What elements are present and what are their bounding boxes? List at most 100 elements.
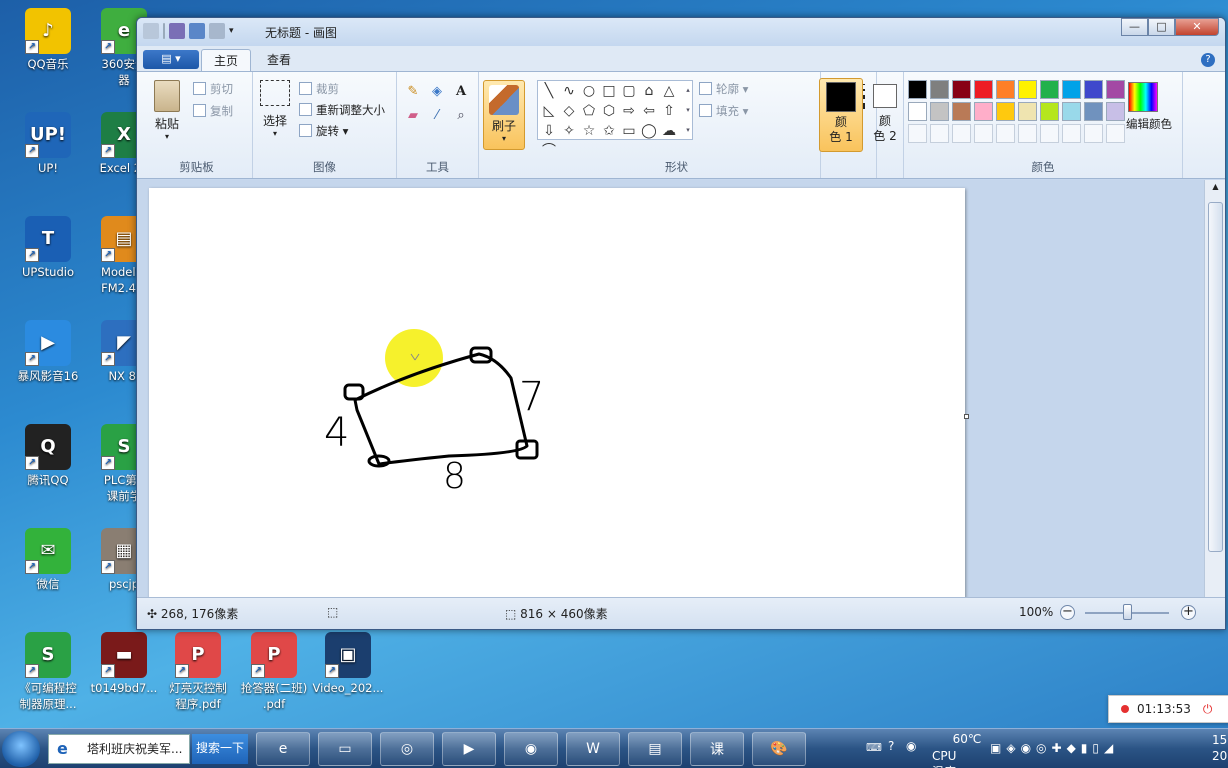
zoom-out-button[interactable]: − <box>1060 605 1075 620</box>
desktop-icon-plc-book[interactable]: S ↗ 《可编程控 制器原理... <box>8 632 88 712</box>
tab-home[interactable]: 主页 <box>201 49 252 72</box>
palette-swatch[interactable] <box>1084 80 1103 99</box>
canvas-resize-handle[interactable] <box>964 414 969 419</box>
taskbar-ie-button[interactable]: e <box>256 732 310 766</box>
desktop-icon-responder-pdf[interactable]: P ↗ 抢答器(二班) .pdf <box>234 632 314 712</box>
shape-21-icon[interactable]: ⌒ <box>540 142 558 160</box>
palette-swatch[interactable] <box>908 80 927 99</box>
tray-app-icon[interactable]: ◉ <box>906 739 916 753</box>
undo-icon[interactable] <box>189 23 205 39</box>
custom-color-slot[interactable] <box>930 124 949 143</box>
paste-button[interactable]: 粘贴 ▾ <box>147 80 187 141</box>
vertical-scrollbar[interactable]: ▲ <box>1204 180 1225 597</box>
help-tray-icon[interactable]: ? <box>888 739 894 753</box>
taskbar-wps-sheet-button[interactable]: ▤ <box>628 732 682 766</box>
color1-button[interactable]: 颜 色 1 <box>819 78 863 152</box>
palette-swatch[interactable] <box>1084 102 1103 121</box>
custom-color-slot[interactable] <box>952 124 971 143</box>
taskbar-cloud-drive-button[interactable]: ◉ <box>504 732 558 766</box>
file-menu-button[interactable]: ▤ ▾ <box>143 50 199 69</box>
cut-button[interactable]: 剪切 <box>193 81 233 97</box>
taskbar-360-browser-button[interactable]: ◎ <box>380 732 434 766</box>
custom-color-slot[interactable] <box>908 124 927 143</box>
shape-8-icon[interactable]: ◇ <box>560 102 578 120</box>
tray-icons[interactable]: ▣◈◉◎✚◆▮▯◢ <box>990 741 1118 755</box>
custom-color-slot[interactable] <box>1062 124 1081 143</box>
shape-16-icon[interactable]: ☆ <box>580 122 598 140</box>
fill-bucket-icon[interactable]: ◈ <box>427 82 447 102</box>
palette-swatch[interactable] <box>952 80 971 99</box>
custom-color-slot[interactable] <box>1084 124 1103 143</box>
scroll-up-icon[interactable]: ▲ <box>1205 180 1225 194</box>
desktop-icon-tencent-qq[interactable]: Q ↗ 腾讯QQ <box>8 424 88 488</box>
desktop-icon-up[interactable]: UP! ↗ UP! <box>8 112 88 176</box>
keyboard-icon[interactable]: ⌨ <box>866 741 882 754</box>
outline-button[interactable]: 轮廓 ▾ <box>699 81 748 97</box>
redo-icon[interactable] <box>209 23 225 39</box>
shape-2-icon[interactable]: ○ <box>580 82 598 100</box>
shape-1-icon[interactable]: ∿ <box>560 82 578 100</box>
shapes-scroll[interactable]: ▴ ▾ ▾ <box>683 80 693 140</box>
magnifier-icon[interactable]: ⌕ <box>451 106 471 126</box>
palette-swatch[interactable] <box>974 102 993 121</box>
qat-dropdown-icon[interactable]: ▾ <box>229 23 239 39</box>
zoom-in-button[interactable]: + <box>1181 605 1196 620</box>
desktop-icon-upstudio[interactable]: T ↗ UPStudio <box>8 216 88 280</box>
select-button[interactable]: 选择 ▾ <box>257 80 293 138</box>
palette-swatch[interactable] <box>996 102 1015 121</box>
drawing-canvas[interactable]: 4 7 8 <box>149 188 969 597</box>
maximize-button[interactable]: □ <box>1148 18 1175 36</box>
custom-color-slot[interactable] <box>974 124 993 143</box>
color-picker-icon[interactable]: ⁄ <box>427 106 447 126</box>
shape-20-icon[interactable]: ☁ <box>660 122 678 140</box>
desktop-icon-light-pdf[interactable]: P ↗ 灯亮灭控制 程序.pdf <box>158 632 238 712</box>
taskbar-file-explorer-button[interactable]: ▭ <box>318 732 372 766</box>
save-icon[interactable] <box>169 23 185 39</box>
desktop-icon-qq-music[interactable]: ♪ ↗ QQ音乐 <box>8 8 88 72</box>
shape-11-icon[interactable]: ⇨ <box>620 102 638 120</box>
close-button[interactable]: ✕ <box>1175 18 1219 36</box>
shape-3-icon[interactable]: □ <box>600 82 618 100</box>
shape-4-icon[interactable]: ▢ <box>620 82 638 100</box>
copy-button[interactable]: 复制 <box>193 103 233 119</box>
palette-swatch[interactable] <box>996 80 1015 99</box>
desktop-icon-baofeng[interactable]: ▶ ↗ 暴风影音16 <box>8 320 88 384</box>
stop-icon[interactable]: ⏻ <box>1203 702 1213 717</box>
shape-5-icon[interactable]: ⌂ <box>640 82 658 100</box>
tab-view[interactable]: 查看 <box>255 49 303 72</box>
palette-swatch[interactable] <box>930 80 949 99</box>
color2-button[interactable]: 颜 色 2 <box>865 78 905 152</box>
custom-color-slot[interactable] <box>1040 124 1059 143</box>
shape-18-icon[interactable]: ▭ <box>620 122 638 140</box>
shape-7-icon[interactable]: ◺ <box>540 102 558 120</box>
taskbar-video-player-button[interactable]: ▶ <box>442 732 496 766</box>
shape-13-icon[interactable]: ⇧ <box>660 102 678 120</box>
shape-6-icon[interactable]: △ <box>660 82 678 100</box>
shape-0-icon[interactable]: ╲ <box>540 82 558 100</box>
palette-swatch[interactable] <box>1040 80 1059 99</box>
help-icon[interactable]: ? <box>1201 53 1215 67</box>
shape-14-icon[interactable]: ⇩ <box>540 122 558 140</box>
palette-swatch[interactable] <box>1062 102 1081 121</box>
pencil-icon[interactable]: ✎ <box>403 82 423 102</box>
desktop-icon-t0149bd7[interactable]: ▬ ↗ t0149bd7... <box>84 632 164 696</box>
shape-17-icon[interactable]: ✩ <box>600 122 618 140</box>
custom-color-slot[interactable] <box>1106 124 1125 143</box>
taskbar-course-app-button[interactable]: 课 <box>690 732 744 766</box>
palette-swatch[interactable] <box>1018 102 1037 121</box>
palette-swatch[interactable] <box>974 80 993 99</box>
minimize-button[interactable]: — <box>1121 18 1148 36</box>
eraser-icon[interactable]: ▰ <box>403 106 423 126</box>
clock[interactable]: 15 20 <box>1212 732 1227 764</box>
fill-button[interactable]: 填充 ▾ <box>699 103 748 119</box>
shape-19-icon[interactable]: ◯ <box>640 122 658 140</box>
resize-button[interactable]: 重新调整大小 <box>299 102 385 118</box>
palette-swatch[interactable] <box>1106 80 1125 99</box>
brushes-button[interactable]: 刷子 ▾ <box>483 80 525 150</box>
palette-swatch[interactable] <box>908 102 927 121</box>
edit-colors-button[interactable]: 编辑颜色 <box>1126 116 1172 132</box>
search-button[interactable]: 搜索一下 <box>192 734 248 764</box>
palette-swatch[interactable] <box>1040 102 1059 121</box>
shape-10-icon[interactable]: ⬡ <box>600 102 618 120</box>
search-input[interactable]: e 塔利班庆祝美军... <box>48 734 190 764</box>
